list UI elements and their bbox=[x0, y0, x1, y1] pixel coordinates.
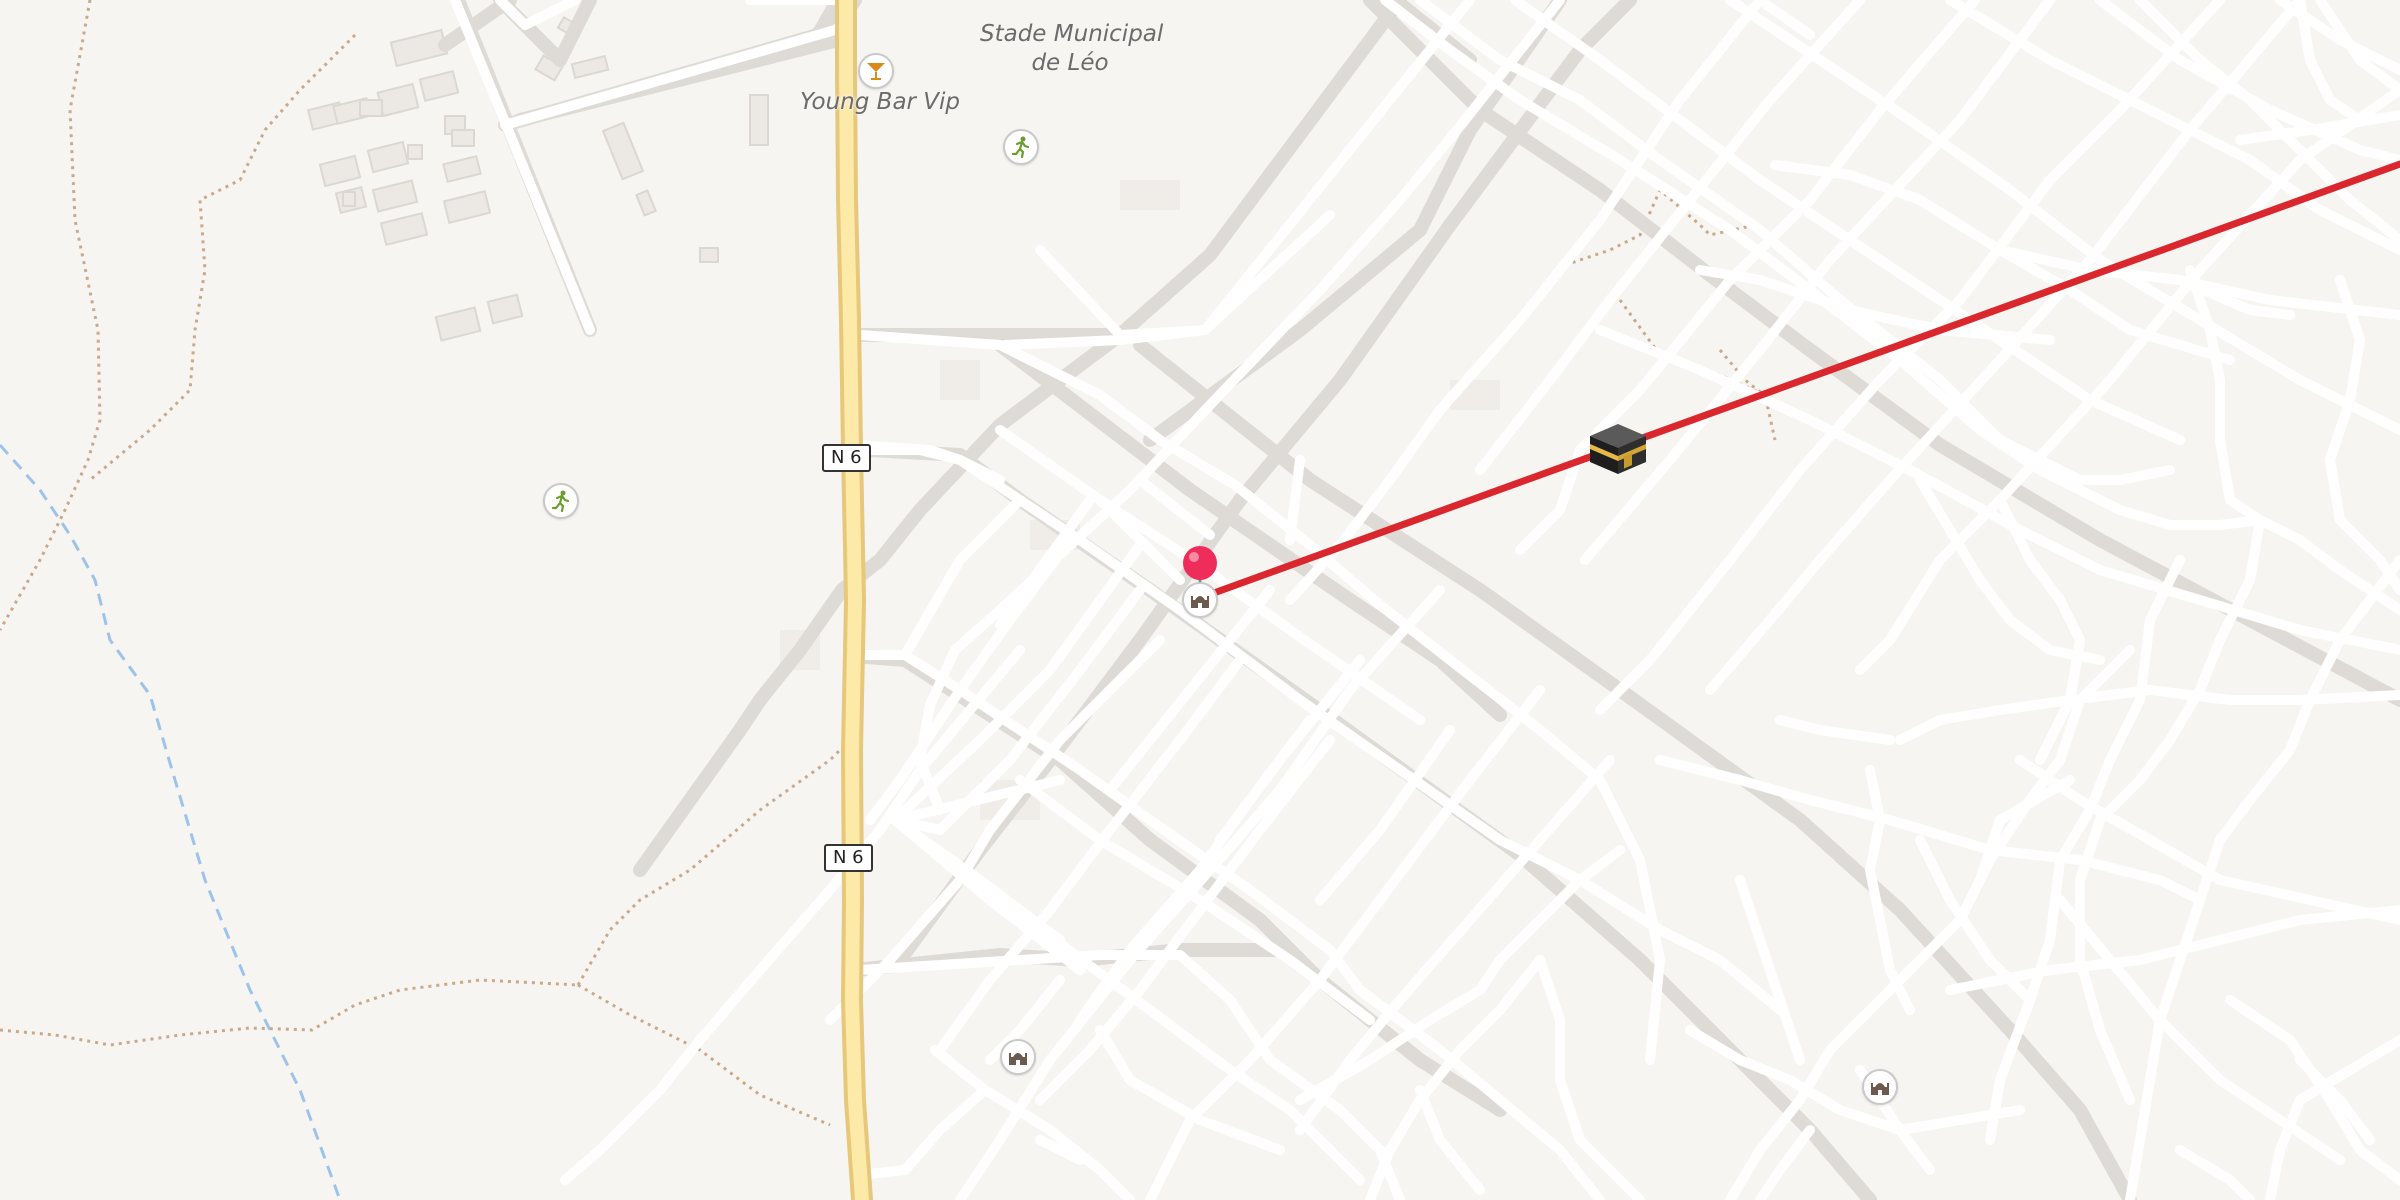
running-person-icon bbox=[1011, 136, 1030, 159]
running-person-icon bbox=[551, 490, 570, 513]
road-shield-n6-south: N 6 bbox=[824, 844, 873, 872]
pitch-sport-icon[interactable] bbox=[543, 483, 579, 519]
mosque-icon bbox=[1009, 1053, 1027, 1065]
stadium-sport-icon[interactable] bbox=[1003, 129, 1039, 165]
mosque-icon-south[interactable] bbox=[1000, 1039, 1036, 1075]
mosque-icon bbox=[1191, 596, 1209, 608]
cocktail-glass-icon bbox=[867, 63, 885, 80]
stadium-label[interactable]: Stade Municipal de Léo bbox=[980, 20, 1164, 78]
road-shield-n6-north: N 6 bbox=[822, 444, 871, 472]
bar-label[interactable]: Young Bar Vip bbox=[800, 88, 960, 117]
mosque-icon bbox=[1871, 1083, 1889, 1095]
mosque-icon-east[interactable] bbox=[1862, 1069, 1898, 1105]
mosque-icon-center[interactable] bbox=[1182, 582, 1218, 618]
bar-icon[interactable] bbox=[858, 53, 894, 89]
stadium-label-line1: Stade Municipal bbox=[980, 21, 1164, 47]
stadium-label-line2: de Léo bbox=[1031, 50, 1109, 76]
